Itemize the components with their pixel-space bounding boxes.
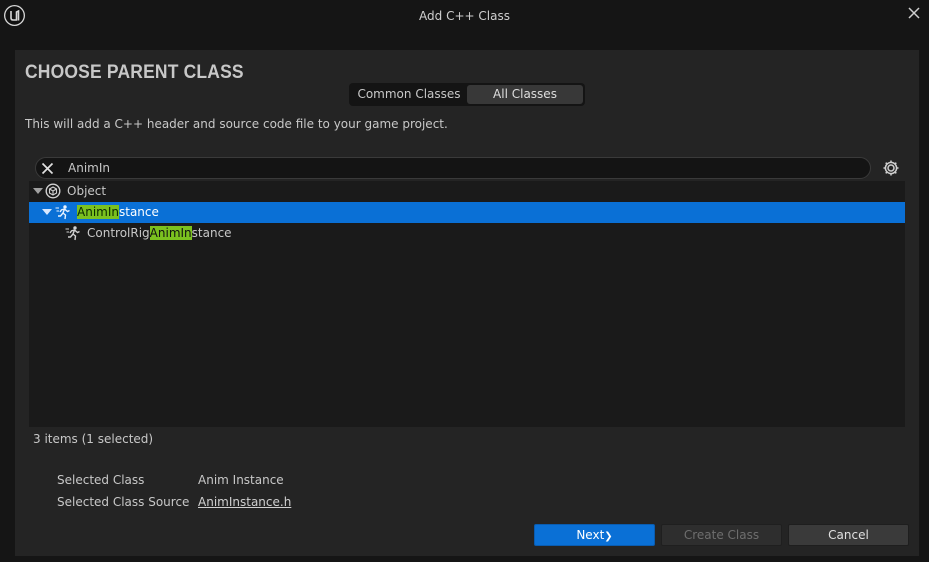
clear-icon[interactable] — [39, 160, 56, 177]
create-class-button[interactable]: Create Class — [661, 524, 782, 546]
dialog-panel: CHOOSE PARENT CLASS Common Classes All C… — [15, 50, 919, 556]
tree-row-animinstance[interactable]: AnimInstance — [29, 202, 905, 223]
search-match-highlight: AnimIn — [77, 205, 119, 219]
selected-class-label: Selected Class — [57, 473, 145, 487]
selected-class-source-label: Selected Class Source — [57, 495, 190, 509]
cancel-button[interactable]: Cancel — [788, 524, 909, 546]
search-match-highlight: AnimIn — [149, 226, 192, 240]
object-class-icon — [45, 183, 61, 199]
tree-row-label: Object — [67, 184, 107, 198]
search-box — [35, 157, 871, 179]
tree-row-label: ControlRigAnimInstance — [87, 226, 232, 240]
next-button[interactable]: Next❯ — [534, 524, 655, 546]
tab-all-classes[interactable]: All Classes — [467, 85, 583, 104]
selected-class-value: Anim Instance — [198, 473, 284, 487]
title-bar: Add C++ Class — [0, 0, 929, 32]
anim-instance-icon — [65, 225, 81, 241]
gear-icon[interactable] — [881, 158, 901, 178]
label-suffix: stance — [118, 205, 159, 219]
class-tabs: Common Classes All Classes — [349, 83, 585, 106]
window-title: Add C++ Class — [419, 9, 510, 23]
expand-arrow-icon[interactable] — [42, 209, 52, 215]
tree-row-controlriganiminstance[interactable]: ControlRigAnimInstance — [29, 223, 905, 244]
chevron-right-icon: ❯ — [604, 531, 613, 542]
tab-common-classes[interactable]: Common Classes — [351, 85, 467, 104]
next-button-label: Next — [576, 528, 605, 542]
expand-arrow-icon[interactable] — [33, 188, 43, 194]
label-prefix: ControlRig — [87, 226, 150, 240]
search-input[interactable] — [68, 159, 848, 177]
page-title: CHOOSE PARENT CLASS — [25, 62, 244, 83]
anim-instance-icon — [55, 204, 71, 220]
tree-row-label: AnimInstance — [77, 205, 159, 219]
label-suffix: stance — [191, 226, 232, 240]
description-text: This will add a C++ header and source co… — [25, 117, 448, 131]
close-icon[interactable] — [905, 4, 923, 22]
item-count: 3 items (1 selected) — [33, 432, 154, 446]
tree-row-object[interactable]: Object — [29, 181, 905, 202]
selected-class-source-link[interactable]: AnimInstance.h — [198, 495, 291, 509]
class-tree: Object AnimInstance ControlRigAnimInstan… — [29, 181, 905, 427]
